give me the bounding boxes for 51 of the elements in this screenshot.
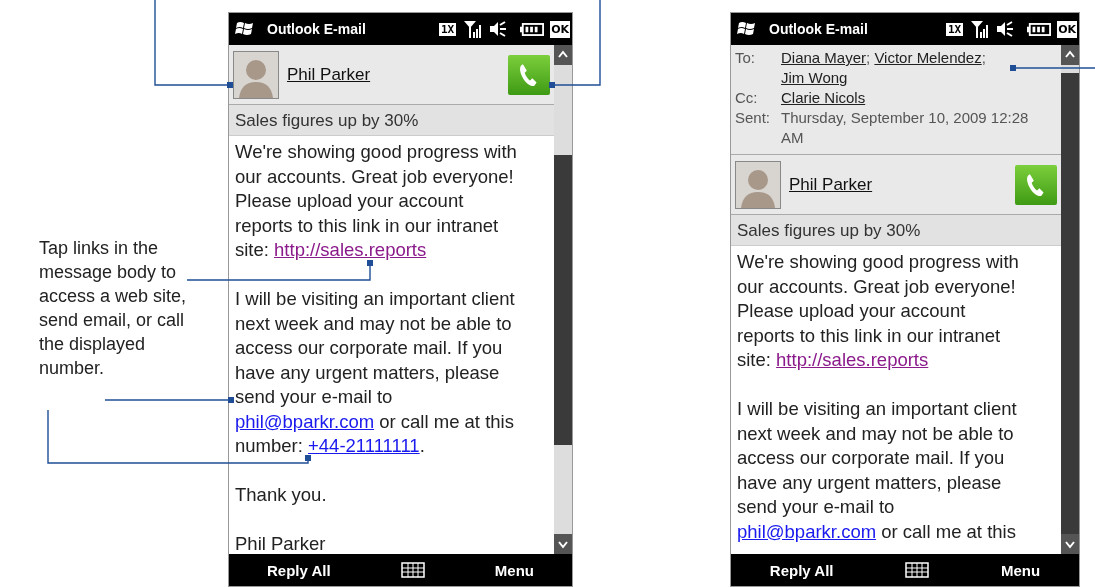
recipient-link[interactable]: Jim Wong (781, 69, 848, 86)
scrollbar[interactable] (1061, 45, 1079, 554)
sent-date: Thursday, September 10, 2009 12:28 AM (781, 108, 1030, 148)
network-indicator: 1X (945, 22, 964, 36)
field-label: To: (735, 48, 756, 68)
field-label: Sent: (735, 108, 772, 128)
battery-icon (520, 22, 545, 36)
windows-flag-icon[interactable] (235, 20, 255, 38)
call-button[interactable] (1015, 164, 1057, 205)
web-link[interactable]: http://sales.reports (274, 239, 427, 260)
recipient-link[interactable]: Clarie Nicols (781, 89, 866, 106)
signal-icon (969, 19, 990, 39)
call-button[interactable] (508, 54, 550, 95)
windows-flag-icon[interactable] (737, 20, 757, 38)
network-indicator: 1X (438, 22, 457, 36)
ok-button[interactable]: OK (550, 20, 570, 38)
phone-link[interactable]: +44-21111111 (308, 435, 420, 456)
reply-all-button[interactable]: Reply All (763, 560, 840, 580)
email-link[interactable]: phil@bparkr.com (235, 410, 375, 432)
separator: ; (866, 49, 871, 66)
callout-text: Tap links in the message body to access a web site, send email, or call the displayed number. (39, 237, 188, 380)
field-label: Cc: (735, 88, 759, 108)
ok-button[interactable]: OK (1057, 20, 1077, 38)
web-link[interactable]: http://sales.reports (776, 349, 929, 370)
recipient-link[interactable]: Victor Melendez (874, 49, 982, 66)
keyboard-icon[interactable] (400, 562, 425, 578)
message-paragraph: Thank you. (235, 483, 328, 507)
message-paragraph: We're showing good progress with our accounts. Great job everyone! Please upload your account reports to this link in our intranet site: http://sales.reports (235, 140, 518, 262)
message-subject: Sales figures up by 30% (731, 215, 1061, 246)
scrollbar[interactable] (554, 45, 572, 554)
contact-name-link[interactable]: Phil Parker (287, 64, 508, 85)
message-subject: Sales figures up by 30% (229, 105, 554, 136)
contact-name-link[interactable]: Phil Parker (789, 174, 1015, 195)
message-paragraph: I will be visiting an important client next week and may not be able to access our corporate mail. If you have any urgent matters, please send your e-mail to phil@bparkr.com or call me at this number: +44-21111111. (235, 287, 516, 458)
battery-icon (1027, 22, 1052, 36)
menu-button[interactable]: Menu (488, 560, 540, 580)
separator: ; (981, 49, 986, 66)
message-paragraph: I will be visiting an important client next week and may not be able to access our corporate mail. If you have any urgent matters, please send your e-mail to phil@bparkr.com or call me at this (737, 397, 1018, 544)
signal-icon (462, 19, 483, 39)
window-title: Outlook E-mail (769, 21, 869, 37)
speaker-icon (488, 19, 509, 39)
window-title: Outlook E-mail (267, 21, 367, 37)
keyboard-icon[interactable] (905, 562, 930, 578)
reply-all-button[interactable]: Reply All (261, 560, 337, 580)
email-link[interactable]: phil@bparkr.com (737, 520, 877, 542)
avatar-icon[interactable] (233, 50, 279, 99)
message-paragraph: We're showing good progress with our accounts. Great job everyone! Please upload your account reports to this link in our intranet site: http://sales.reports (737, 250, 1020, 372)
avatar-icon[interactable] (735, 160, 781, 209)
menu-button[interactable]: Menu (994, 560, 1047, 580)
speaker-icon (995, 19, 1016, 39)
message-paragraph: Phil Parker (235, 532, 327, 556)
